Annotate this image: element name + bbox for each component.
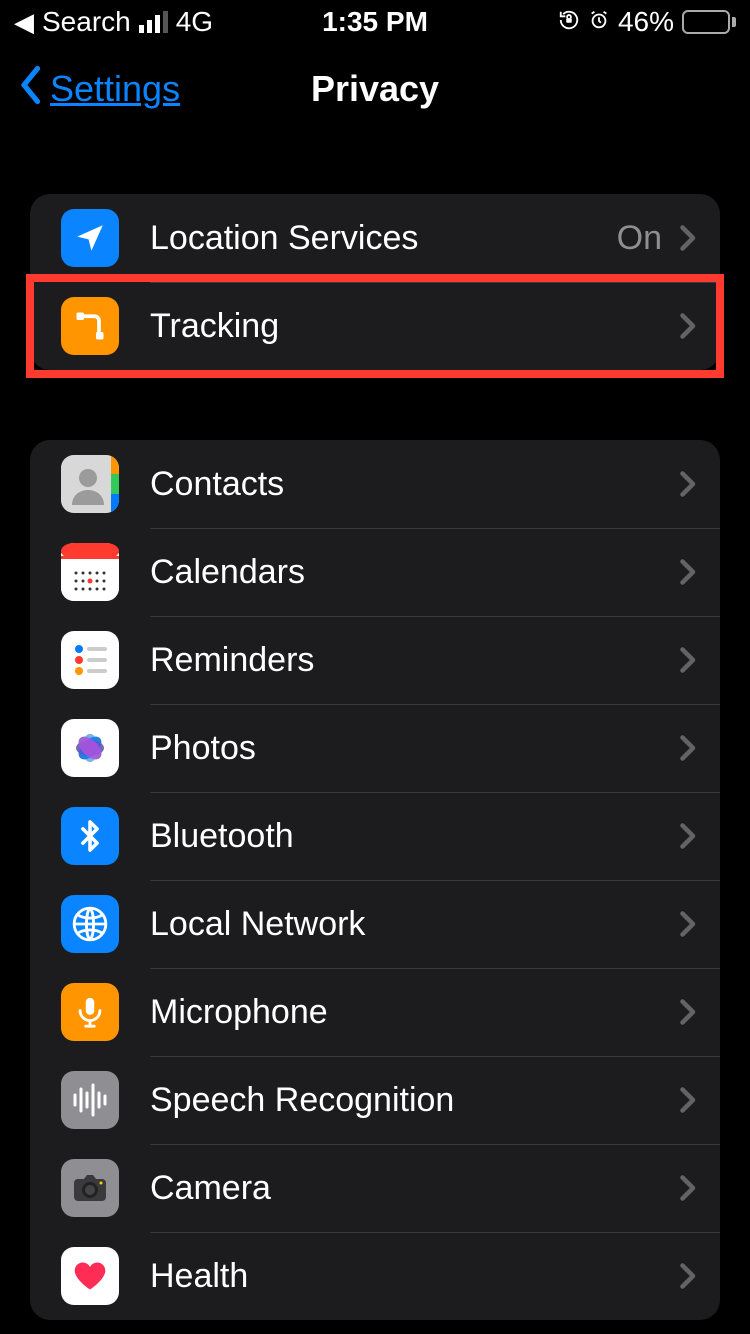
chevron-right-icon xyxy=(678,311,696,341)
contacts-icon xyxy=(61,455,119,513)
row-location-services[interactable]: Location ServicesOn xyxy=(30,194,720,282)
separator xyxy=(150,968,720,969)
privacy-section-1: Location ServicesOn Tracking xyxy=(30,194,720,370)
status-time: 1:35 PM xyxy=(322,6,428,38)
row-label: Camera xyxy=(150,1169,678,1208)
row-label: Photos xyxy=(150,729,678,768)
calendar-icon xyxy=(61,543,119,601)
separator xyxy=(150,792,720,793)
row-local-network[interactable]: Local Network xyxy=(30,880,720,968)
row-label: Contacts xyxy=(150,465,678,504)
chevron-right-icon xyxy=(678,469,696,499)
network-type-label: 4G xyxy=(176,6,213,38)
chevron-right-icon xyxy=(678,223,696,253)
row-label: Microphone xyxy=(150,993,678,1032)
globe-icon xyxy=(61,895,119,953)
battery-icon xyxy=(682,10,736,34)
row-health[interactable]: Health xyxy=(30,1232,720,1320)
row-icon-wrap xyxy=(30,1071,150,1129)
row-icon-wrap xyxy=(30,209,150,267)
row-camera[interactable]: Camera xyxy=(30,1144,720,1232)
separator xyxy=(150,616,720,617)
row-contacts[interactable]: Contacts xyxy=(30,440,720,528)
row-tracking[interactable]: Tracking xyxy=(30,282,720,370)
nav-back-button[interactable]: Settings xyxy=(16,64,180,115)
tracking-icon xyxy=(61,297,119,355)
chevron-right-icon xyxy=(678,1173,696,1203)
bluetooth-icon xyxy=(61,807,119,865)
nav-back-label: Settings xyxy=(50,68,180,110)
row-icon-wrap xyxy=(30,1159,150,1217)
waveform-icon xyxy=(61,1071,119,1129)
alarm-icon xyxy=(588,6,610,38)
content: Location ServicesOn Tracking Contacts Cale… xyxy=(0,194,750,1320)
row-icon-wrap xyxy=(30,631,150,689)
row-label: Speech Recognition xyxy=(150,1081,678,1120)
privacy-section-2: Contacts Calendars Reminders Photos Bluetoot… xyxy=(30,440,720,1320)
row-icon-wrap xyxy=(30,297,150,355)
row-icon-wrap xyxy=(30,719,150,777)
location-arrow-icon xyxy=(61,209,119,267)
chevron-right-icon xyxy=(678,1261,696,1291)
row-label: Reminders xyxy=(150,641,678,680)
chevron-right-icon xyxy=(678,909,696,939)
row-icon-wrap xyxy=(30,1247,150,1305)
reminders-icon xyxy=(61,631,119,689)
row-microphone[interactable]: Microphone xyxy=(30,968,720,1056)
microphone-icon xyxy=(61,983,119,1041)
row-icon-wrap xyxy=(30,895,150,953)
back-to-app-caret-icon[interactable]: ◀ xyxy=(14,9,34,35)
camera-icon xyxy=(61,1159,119,1217)
nav-header: Settings Privacy xyxy=(0,44,750,134)
row-reminders[interactable]: Reminders xyxy=(30,616,720,704)
row-icon-wrap xyxy=(30,807,150,865)
status-bar: ◀ Search 4G 1:35 PM 46% xyxy=(0,0,750,44)
separator xyxy=(150,880,720,881)
row-label: Location Services xyxy=(150,219,617,258)
chevron-right-icon xyxy=(678,733,696,763)
row-label: Health xyxy=(150,1257,678,1296)
chevron-left-icon xyxy=(16,64,44,115)
row-bluetooth[interactable]: Bluetooth xyxy=(30,792,720,880)
separator xyxy=(150,1144,720,1145)
row-label: Bluetooth xyxy=(150,817,678,856)
separator xyxy=(150,1232,720,1233)
cellular-signal-icon xyxy=(139,11,168,33)
back-to-app-label[interactable]: Search xyxy=(42,6,131,38)
row-speech-recognition[interactable]: Speech Recognition xyxy=(30,1056,720,1144)
orientation-lock-icon xyxy=(558,6,580,38)
heart-icon xyxy=(61,1247,119,1305)
row-calendars[interactable]: Calendars xyxy=(30,528,720,616)
row-label: Calendars xyxy=(150,553,678,592)
row-label: Local Network xyxy=(150,905,678,944)
row-icon-wrap xyxy=(30,983,150,1041)
chevron-right-icon xyxy=(678,821,696,851)
chevron-right-icon xyxy=(678,645,696,675)
separator xyxy=(150,282,720,283)
separator xyxy=(150,704,720,705)
row-label: Tracking xyxy=(150,307,678,346)
page-title: Privacy xyxy=(311,68,439,110)
photos-icon xyxy=(61,719,119,777)
row-value: On xyxy=(617,219,662,258)
separator xyxy=(150,1056,720,1057)
separator xyxy=(150,528,720,529)
row-icon-wrap xyxy=(30,455,150,513)
chevron-right-icon xyxy=(678,997,696,1027)
row-icon-wrap xyxy=(30,543,150,601)
chevron-right-icon xyxy=(678,557,696,587)
row-photos[interactable]: Photos xyxy=(30,704,720,792)
chevron-right-icon xyxy=(678,1085,696,1115)
battery-percent-label: 46% xyxy=(618,6,674,38)
